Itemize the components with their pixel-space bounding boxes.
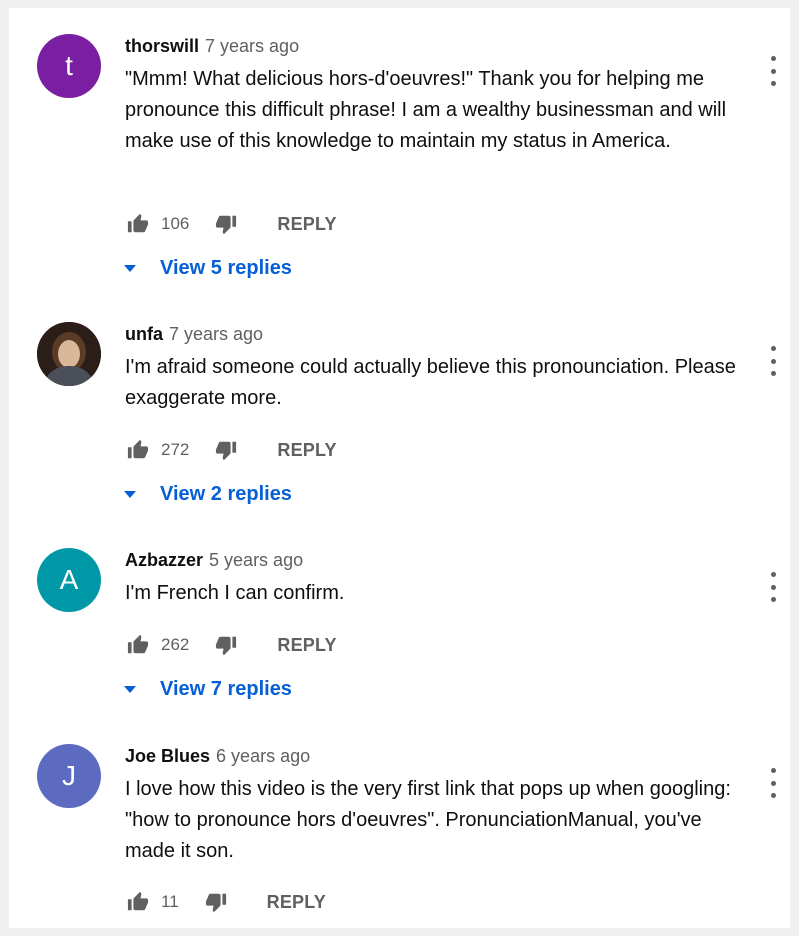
comment-header: Azbazzer 5 years ago xyxy=(125,548,303,572)
more-vert-icon xyxy=(770,572,776,577)
view-replies-button[interactable]: View 5 replies xyxy=(122,254,292,282)
like-count: 11 xyxy=(161,892,179,911)
comment-header: unfa 7 years ago xyxy=(125,322,263,346)
more-vert-icon-dot xyxy=(770,597,776,602)
reply-button[interactable]: REPLY xyxy=(267,892,326,913)
avatar[interactable]: J xyxy=(37,744,101,808)
reply-button[interactable]: REPLY xyxy=(277,214,336,235)
thumb-down-icon[interactable] xyxy=(213,634,239,656)
more-actions-button[interactable] xyxy=(763,572,783,602)
user-photo-icon xyxy=(37,322,101,386)
comment-actions: 262 REPLY xyxy=(125,630,337,660)
reply-button[interactable]: REPLY xyxy=(277,440,336,461)
comment-author[interactable]: Joe Blues xyxy=(125,746,210,766)
more-vert-icon-dot xyxy=(770,793,776,798)
like-count: 106 xyxy=(161,214,190,233)
caret-down-icon xyxy=(124,490,136,498)
comment-text: "Mmm! What delicious hors-d'oeuvres!" Th… xyxy=(125,68,727,152)
more-actions-button[interactable] xyxy=(763,346,783,376)
more-vert-icon xyxy=(770,768,776,773)
avatar-letter: J xyxy=(62,760,76,791)
comment-time[interactable]: 7 years ago xyxy=(169,324,263,344)
comment-actions: 272 REPLY xyxy=(125,435,337,465)
comment-actions: 11 REPLY xyxy=(125,887,326,917)
thumb-down-icon[interactable] xyxy=(203,891,229,913)
caret-down-icon xyxy=(124,685,136,693)
view-replies-label: View 5 replies xyxy=(160,256,292,279)
caret-down-icon xyxy=(124,264,136,272)
more-vert-icon-dot xyxy=(770,371,776,376)
comment-header: Joe Blues 6 years ago xyxy=(125,744,310,768)
more-vert-icon-dot xyxy=(770,358,776,364)
more-vert-icon-dot xyxy=(770,68,776,74)
comment-time[interactable]: 6 years ago xyxy=(216,746,310,766)
like-count: 272 xyxy=(161,440,190,459)
view-replies-label: View 2 replies xyxy=(160,482,292,505)
avatar[interactable]: t xyxy=(37,34,101,98)
thumb-down-icon[interactable] xyxy=(213,439,239,461)
more-actions-button[interactable] xyxy=(763,56,783,86)
avatar-letter: t xyxy=(65,50,73,81)
view-replies-button[interactable]: View 7 replies xyxy=(122,675,292,703)
comment-text: I love how this video is the very first … xyxy=(125,778,731,862)
thumb-up-icon[interactable] xyxy=(125,634,151,656)
thumb-up-icon[interactable] xyxy=(125,439,151,461)
more-vert-icon xyxy=(770,346,776,351)
comment-author[interactable]: Azbazzer xyxy=(125,550,203,570)
comment-author[interactable]: thorswill xyxy=(125,36,199,56)
reply-button[interactable]: REPLY xyxy=(277,635,336,656)
avatar[interactable] xyxy=(37,322,101,386)
avatar[interactable]: A xyxy=(37,548,101,612)
thumb-up-icon[interactable] xyxy=(125,213,151,235)
thumb-up-icon[interactable] xyxy=(125,891,151,913)
comment-author[interactable]: unfa xyxy=(125,324,163,344)
comments-panel: t thorswill 7 years ago "Mmm! What delici… xyxy=(9,8,790,928)
comment-header: thorswill 7 years ago xyxy=(125,34,299,58)
more-vert-icon-dot xyxy=(770,780,776,786)
view-replies-label: View 7 replies xyxy=(160,677,292,700)
more-vert-icon-dot xyxy=(770,81,776,86)
view-replies-button[interactable]: View 2 replies xyxy=(122,480,292,508)
comment-text: I'm French I can confirm. xyxy=(125,582,345,604)
more-actions-button[interactable] xyxy=(763,768,783,798)
more-vert-icon xyxy=(770,56,776,61)
comment-time[interactable]: 5 years ago xyxy=(209,550,303,570)
comment-text: I'm afraid someone could actually believ… xyxy=(125,356,736,409)
comment-time[interactable]: 7 years ago xyxy=(205,36,299,56)
avatar-letter: A xyxy=(59,564,79,595)
thumb-down-icon[interactable] xyxy=(213,213,239,235)
comment-actions: 106 REPLY xyxy=(125,209,337,239)
like-count: 262 xyxy=(161,635,190,654)
more-vert-icon-dot xyxy=(770,584,776,590)
